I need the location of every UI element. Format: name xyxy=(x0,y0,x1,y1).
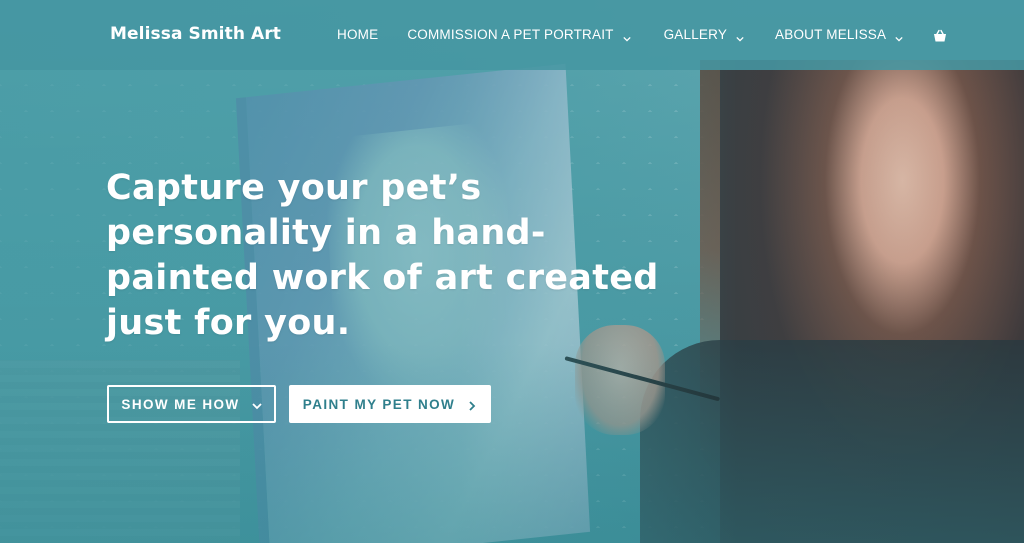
site-logo[interactable]: Melissa Smith Art xyxy=(110,24,281,44)
hero-tint-bottom xyxy=(0,343,1024,543)
button-label: PAINT MY PET NOW xyxy=(302,396,456,412)
chevron-down-icon xyxy=(251,399,262,410)
shopping-basket-icon[interactable] xyxy=(933,28,947,42)
nav-item-commission[interactable]: COMMISSION A PET PORTRAIT xyxy=(407,27,631,42)
main-nav: HOME COMMISSION A PET PORTRAIT GALLERY A… xyxy=(337,27,947,42)
chevron-down-icon xyxy=(895,31,903,42)
chevron-right-icon xyxy=(467,399,477,411)
show-me-how-button[interactable]: SHOW ME HOW xyxy=(107,385,276,423)
nav-item-home[interactable]: HOME xyxy=(337,27,378,42)
nav-item-gallery[interactable]: GALLERY xyxy=(664,27,744,42)
nav-item-label: ABOUT MELISSA xyxy=(775,27,887,42)
hero-headline: Capture your pet’s personality in a hand… xyxy=(106,168,659,343)
site-header: Melissa Smith Art HOME COMMISSION A PET … xyxy=(0,0,1024,70)
button-label: SHOW ME HOW xyxy=(121,396,240,412)
chevron-down-icon xyxy=(622,31,631,42)
nav-item-label: GALLERY xyxy=(663,27,728,42)
nav-item-about[interactable]: ABOUT MELISSA xyxy=(775,27,903,42)
nav-item-label: COMMISSION A PET PORTRAIT xyxy=(407,27,614,42)
nav-item-label: HOME xyxy=(337,27,379,42)
paint-my-pet-button[interactable]: PAINT MY PET NOW xyxy=(289,385,491,423)
chevron-down-icon xyxy=(736,31,744,42)
